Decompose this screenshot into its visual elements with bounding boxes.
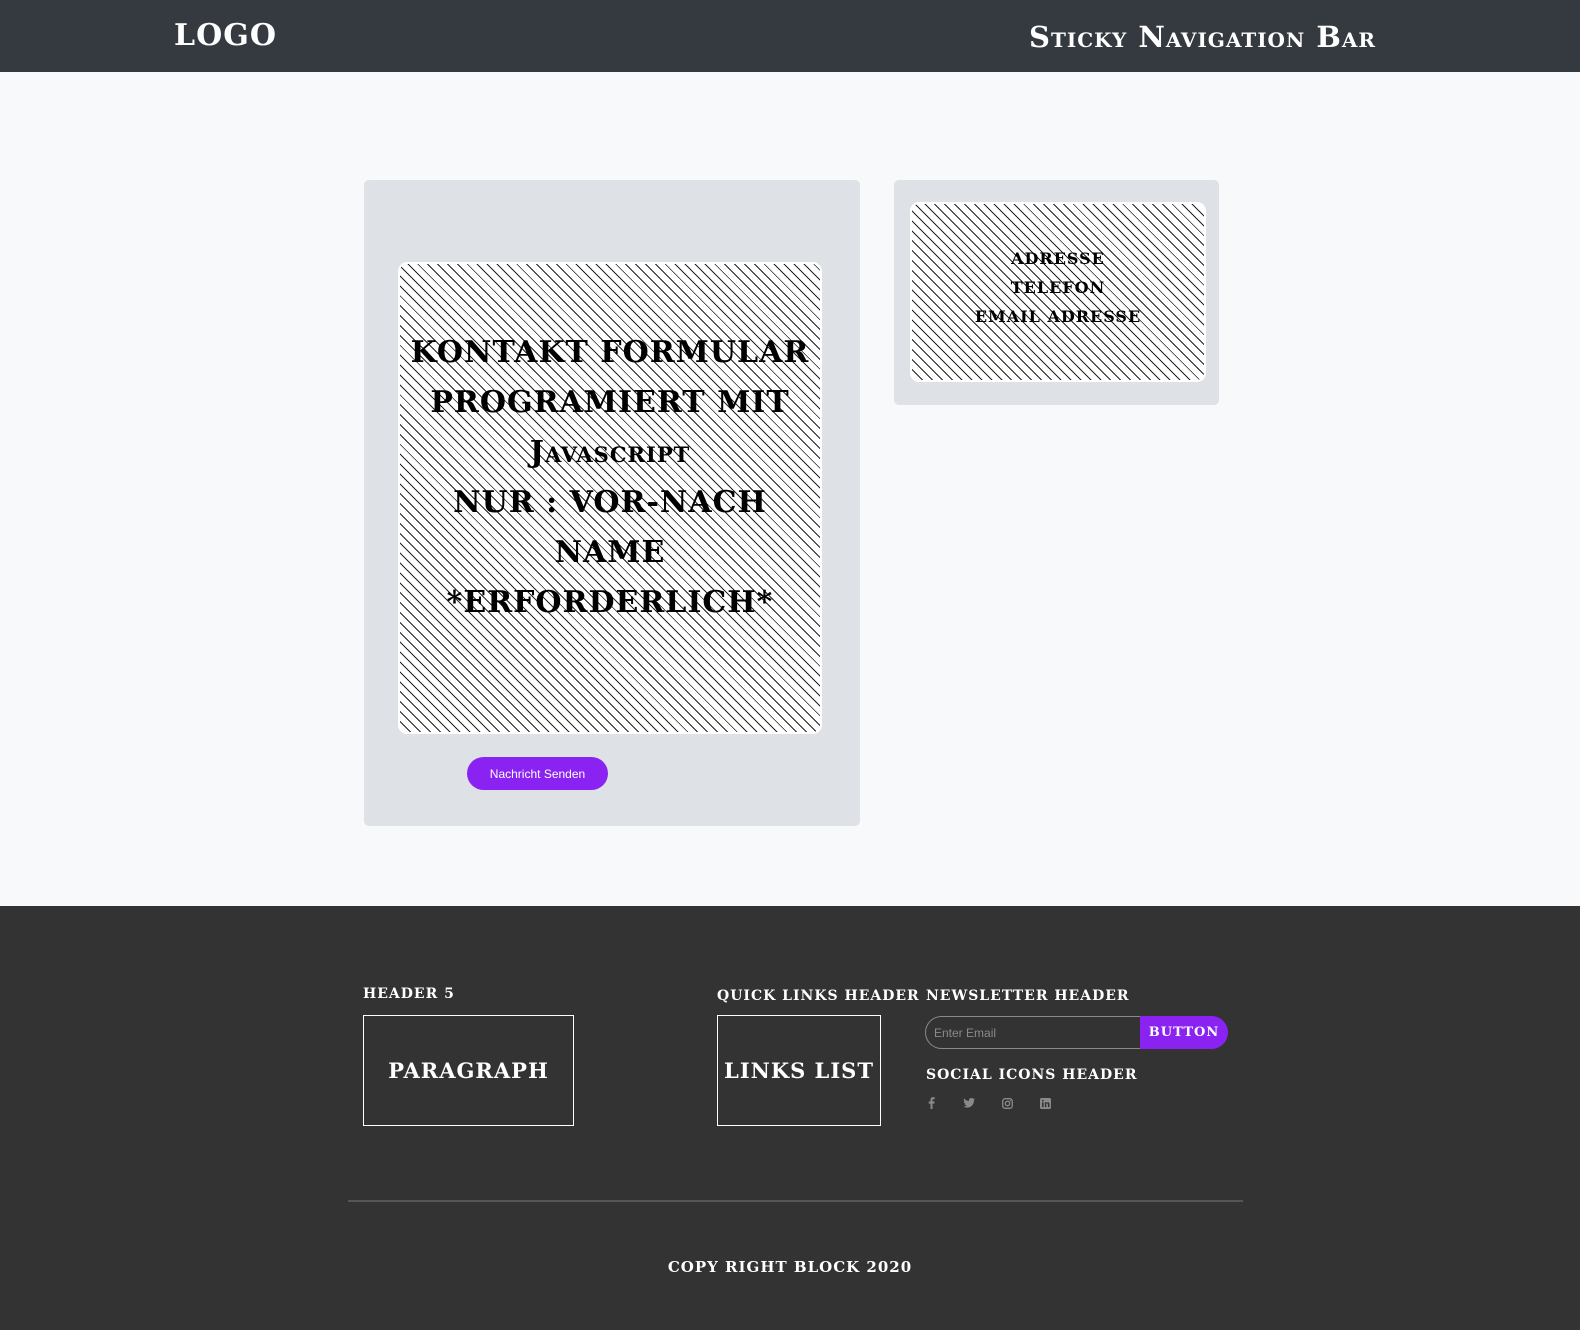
social-icons <box>925 1097 1051 1109</box>
twitter-icon[interactable] <box>963 1097 975 1109</box>
contact-info-placeholder: ADRESSE TELEFON EMAIL ADRESSE <box>910 202 1206 382</box>
contact-form-text: KONTAKT FORMULAR PROGRAMIERT MIT Javascr… <box>400 328 820 628</box>
footer-paragraph: PARAGRAPH <box>388 1058 549 1083</box>
footer-paragraph-box: PARAGRAPH <box>363 1015 574 1126</box>
address-label: ADRESSE <box>1011 249 1105 268</box>
links-list[interactable]: LINKS LIST <box>724 1058 874 1083</box>
instagram-icon[interactable] <box>1001 1097 1013 1109</box>
quick-links-header: QUICK LINKS HEADER <box>717 988 920 1004</box>
footer-header-5: HEADER 5 <box>363 986 455 1002</box>
social-icons-header: SOCIAL ICONS HEADER <box>926 1067 1138 1083</box>
logo[interactable]: LOGO <box>174 18 277 53</box>
form-line: Javascript <box>529 435 691 470</box>
contact-info-text: ADRESSE TELEFON EMAIL ADRESSE <box>912 244 1204 331</box>
navbar: LOGO Sticky Navigation Bar <box>0 0 1580 72</box>
copyright: COPY RIGHT BLOCK 2020 <box>667 1258 913 1276</box>
linkedin-icon[interactable] <box>1039 1097 1051 1109</box>
newsletter-form: BUTTON <box>925 1016 1228 1049</box>
contact-form-card: KONTAKT FORMULAR PROGRAMIERT MIT Javascr… <box>364 180 860 826</box>
footer-divider <box>348 1200 1243 1202</box>
footer: HEADER 5 PARAGRAPH QUICK LINKS HEADER LI… <box>0 906 1580 1330</box>
contact-form-placeholder: KONTAKT FORMULAR PROGRAMIERT MIT Javascr… <box>398 262 822 734</box>
form-line: *ERFORDERLICH* <box>446 585 774 620</box>
email-address-label: EMAIL ADRESSE <box>974 307 1142 326</box>
links-list-box: LINKS LIST <box>717 1015 881 1126</box>
newsletter-header: NEWSLETTER HEADER <box>926 988 1130 1004</box>
facebook-icon[interactable] <box>925 1097 937 1109</box>
newsletter-button[interactable]: BUTTON <box>1140 1016 1228 1049</box>
form-line: PROGRAMIERT MIT <box>430 385 790 420</box>
contact-info-card: ADRESSE TELEFON EMAIL ADRESSE <box>894 180 1219 405</box>
nav-title: Sticky Navigation Bar <box>1029 20 1376 54</box>
phone-label: TELEFON <box>1010 278 1106 297</box>
form-line: NUR : VOR-NACH NAME <box>453 485 767 570</box>
newsletter-email-input[interactable] <box>925 1016 1151 1049</box>
send-message-button[interactable]: Nachricht Senden <box>467 757 608 790</box>
form-line: KONTAKT FORMULAR <box>410 335 810 370</box>
